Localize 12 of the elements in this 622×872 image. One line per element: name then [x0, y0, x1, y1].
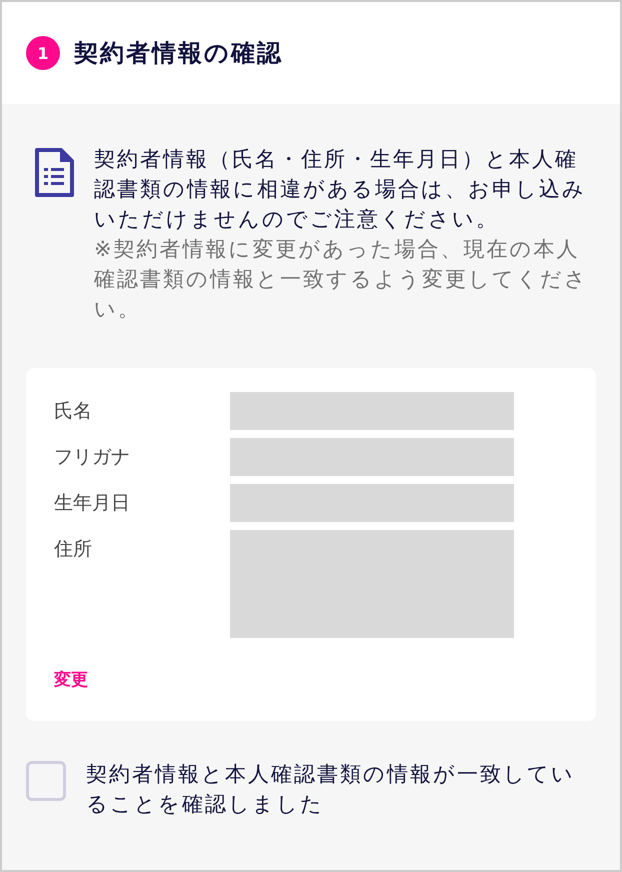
section-title: 契約者情報の確認	[74, 38, 283, 69]
field-label: フリガナ	[54, 445, 131, 470]
field-label: 生年月日	[54, 491, 131, 516]
notice-text: 契約者情報（氏名・住所・生年月日）と本人確認書類の情報に相違がある場合は、お申し込みいただけませんのでご注意ください。	[94, 146, 587, 233]
change-link[interactable]: 変更	[54, 668, 88, 691]
note-text: ※契約者情報に変更があった場合、現在の本人確認書類の情報と一致するよう変更してください。	[94, 236, 588, 323]
document-icon	[34, 148, 74, 198]
field-label: 氏名	[54, 399, 93, 424]
checkbox[interactable]	[26, 761, 66, 801]
step-badge: 1	[26, 36, 60, 70]
checkbox-label: 契約者情報と本人確認書類の情報が一致していることを確認しました	[86, 761, 576, 818]
field-label: 住所	[54, 537, 93, 562]
